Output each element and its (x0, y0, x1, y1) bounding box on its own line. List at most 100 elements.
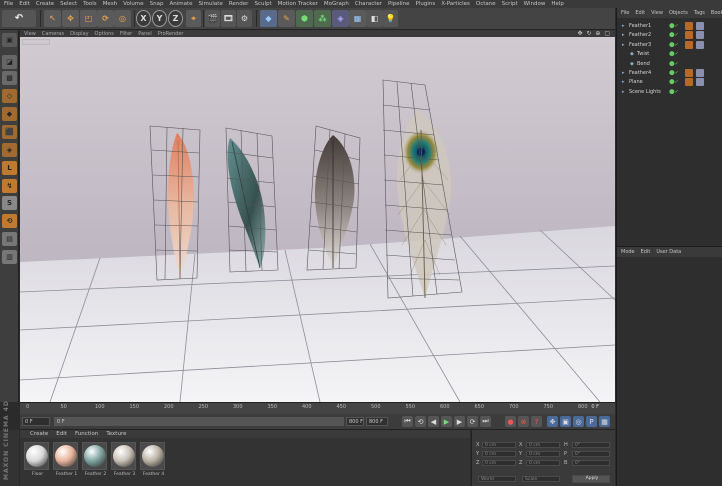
array-button[interactable]: ⁂ (314, 10, 331, 27)
model-mode-icon[interactable]: ◪ (2, 55, 17, 69)
points-mode-icon[interactable]: ◇ (2, 89, 17, 103)
point-level-button[interactable]: ▦ (599, 416, 610, 427)
viewport-menu-panel[interactable]: Panel (138, 31, 152, 37)
object-row[interactable]: ▸ Feather3 ⬤✓ (617, 40, 722, 50)
menu-item-plugins[interactable]: Plugins (416, 1, 436, 7)
menu-item-pipeline[interactable]: Pipeline (388, 1, 410, 7)
y-axis-lock-button[interactable]: Y (152, 10, 167, 27)
deformer-button[interactable]: ◈ (332, 10, 349, 27)
undo-button[interactable]: ↶ (2, 10, 36, 27)
play-button[interactable]: ▶ (441, 416, 452, 427)
object-menu-view[interactable]: View (651, 10, 663, 16)
polygons-mode-icon[interactable]: ⬛ (2, 125, 17, 139)
menu-item-file[interactable]: File (4, 1, 13, 7)
coord-size-field[interactable]: 0 cm (526, 451, 560, 457)
visibility-check-icon[interactable]: ⬤✓ (669, 32, 681, 38)
menu-item-snap[interactable]: Snap (150, 1, 164, 7)
pen-spline-button[interactable]: ✎ (278, 10, 295, 27)
menu-item-motion-tracker[interactable]: Motion Tracker (278, 1, 318, 7)
visibility-check-icon[interactable]: ⬤✓ (669, 70, 681, 76)
material-tag-icon[interactable] (696, 31, 704, 40)
attribute-menu-user-data[interactable]: User Data (656, 249, 681, 255)
material-tag-icon[interactable] (696, 22, 704, 30)
workplane-icon[interactable]: ⟲ (2, 214, 17, 228)
object-row[interactable]: ▸ Feather2 ⬤✓ (617, 31, 722, 40)
material-swatch[interactable]: Feather 4 (140, 442, 167, 482)
material-swatch[interactable]: Floor (24, 442, 51, 482)
texture-tag-icon[interactable] (685, 22, 693, 30)
visibility-check-icon[interactable]: ⬤✓ (669, 89, 681, 95)
visibility-check-icon[interactable]: ⬤✓ (669, 61, 681, 67)
texture-tag-icon[interactable] (685, 69, 693, 77)
object-row[interactable]: ◆ Twist ⬤✓ (617, 50, 722, 59)
perspective-viewport[interactable]: View Cameras Display Options Filter Panel ProR… (20, 30, 615, 402)
object-menu-bookmarks[interactable]: Bookmarks (711, 10, 722, 16)
material-swatch[interactable]: Feather 3 (111, 442, 138, 482)
go-to-start-button[interactable]: ⏮ (402, 416, 413, 427)
menu-item-mograph[interactable]: MoGraph (324, 1, 349, 7)
material-tag-icon[interactable] (696, 40, 704, 49)
visibility-check-icon[interactable]: ⬤✓ (669, 42, 681, 48)
select-tool-button[interactable]: ↖ (44, 10, 61, 27)
material-menu-create[interactable]: Create (30, 431, 48, 437)
keyframe-selection-button[interactable]: ? (531, 416, 542, 427)
live-select-button[interactable]: ◎ (114, 10, 131, 27)
texture-tag-icon[interactable] (685, 40, 693, 49)
viewport-menu-options[interactable]: Options (95, 31, 114, 37)
max-frame-field[interactable]: 800 F (366, 417, 388, 426)
rotate-tool-button[interactable]: ⟳ (97, 10, 114, 27)
coord-rotation-field[interactable]: 0° (572, 460, 610, 466)
coord-position-field[interactable]: 0 cm (482, 460, 516, 466)
cube-primitive-button[interactable]: ◆ (260, 10, 277, 27)
menu-item-help[interactable]: Help (551, 1, 564, 7)
render-picture-viewer-button[interactable]: 🎞 (221, 10, 236, 27)
object-menu-objects[interactable]: Objects (669, 10, 688, 16)
autokey-button[interactable]: ⊗ (518, 416, 529, 427)
rotation-key-button[interactable]: ◎ (573, 416, 584, 427)
preview-end-field[interactable]: 800 F (346, 417, 364, 426)
object-row[interactable]: ▸ Feather1 ⬤✓ (617, 22, 722, 31)
visibility-check-icon[interactable]: ⬤✓ (669, 23, 681, 29)
viewport-menu-filter[interactable]: Filter (120, 31, 132, 37)
axis-mode-icon[interactable]: L (2, 161, 17, 175)
material-menu-texture[interactable]: Texture (106, 431, 126, 437)
coord-size-field[interactable]: 0 cm (526, 460, 560, 466)
planar-workplane-icon[interactable]: ▥ (2, 250, 17, 264)
viewport-menu-display[interactable]: Display (70, 31, 88, 37)
snap-icon[interactable]: S (2, 196, 17, 210)
next-key-button[interactable]: ⟳ (467, 416, 478, 427)
timeline-ruler[interactable]: 0 50 100 150 200 250 300 350 400 450 500 550 600 650 7… (20, 402, 615, 414)
go-to-end-button[interactable]: ⏭ (480, 416, 491, 427)
next-frame-button[interactable]: ▶ (454, 416, 465, 427)
material-tag-icon[interactable] (696, 78, 704, 87)
preview-start-field[interactable]: 0 F (54, 417, 344, 426)
menu-item-tools[interactable]: Tools (83, 1, 97, 7)
material-swatch[interactable]: Feather 1 (53, 442, 80, 482)
material-tag-icon[interactable] (696, 69, 704, 77)
menu-item-create[interactable]: Create (36, 1, 54, 7)
visibility-check-icon[interactable]: ⬤✓ (669, 79, 681, 85)
texture-mode-icon[interactable]: ▩ (2, 71, 17, 85)
position-key-button[interactable]: ✥ (547, 416, 558, 427)
render-settings-button[interactable]: ⚙ (237, 10, 252, 27)
min-frame-field[interactable]: 0 F (22, 417, 50, 426)
apply-button[interactable]: Apply (572, 475, 610, 483)
record-active-button[interactable]: ● (505, 416, 516, 427)
menu-item-sculpt[interactable]: Sculpt (254, 1, 271, 7)
menu-item-simulate[interactable]: Simulate (199, 1, 223, 7)
material-menu-edit[interactable]: Edit (56, 431, 67, 437)
x-axis-lock-button[interactable]: X (136, 10, 151, 27)
menu-item-octane[interactable]: Octane (476, 1, 496, 7)
object-row[interactable]: ▸ Scene Lights ⬤✓ (617, 88, 722, 97)
parameter-key-button[interactable]: P (586, 416, 597, 427)
viewport-menu-view[interactable]: View (24, 31, 36, 37)
material-menu-function[interactable]: Function (75, 431, 98, 437)
menu-item-render[interactable]: Render (229, 1, 249, 7)
visibility-check-icon[interactable]: ⬤✓ (669, 51, 681, 57)
object-row[interactable]: ▸ Plane ⬤✓ (617, 78, 722, 87)
floor-button[interactable]: ▦ (349, 10, 366, 27)
texture-tag-icon[interactable] (685, 31, 693, 40)
coord-position-field[interactable]: 0 cm (482, 442, 516, 448)
edges-mode-icon[interactable]: ◆ (2, 107, 17, 121)
menu-item-character[interactable]: Character (355, 1, 382, 7)
